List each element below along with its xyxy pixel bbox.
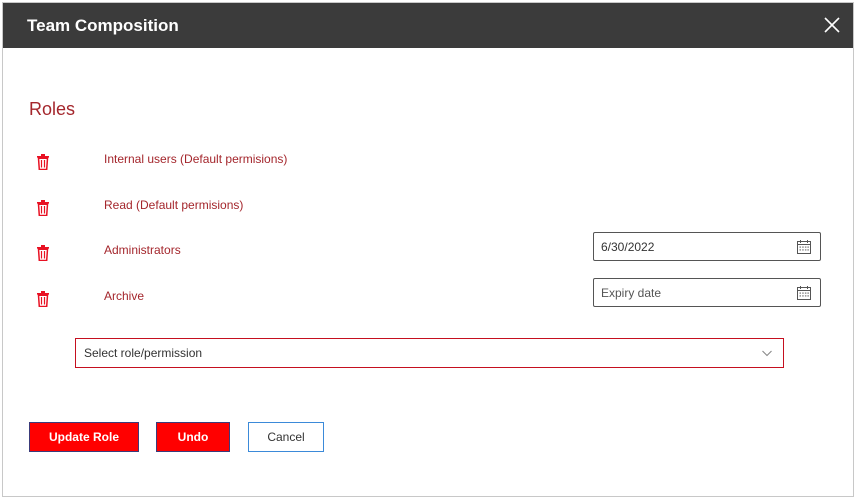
- role-label: Read (Default permisions): [104, 198, 244, 212]
- expiry-date-input[interactable]: 6/30/2022: [593, 232, 821, 261]
- team-composition-dialog: Team Composition Roles Internal users (D…: [2, 2, 854, 497]
- trash-icon[interactable]: [36, 291, 50, 307]
- trash-icon[interactable]: [36, 154, 50, 170]
- role-row: Internal users (Default permisions): [3, 152, 853, 180]
- trash-icon[interactable]: [36, 200, 50, 216]
- dialog-header: Team Composition: [3, 3, 853, 48]
- close-icon[interactable]: [821, 14, 843, 36]
- calendar-icon[interactable]: [797, 286, 811, 300]
- cancel-button[interactable]: Cancel: [248, 422, 324, 452]
- role-row: Read (Default permisions): [3, 198, 853, 226]
- roles-heading: Roles: [29, 99, 76, 119]
- role-permission-select[interactable]: Select role/permission: [75, 338, 784, 368]
- role-label: Administrators: [104, 243, 181, 257]
- undo-button[interactable]: Undo: [156, 422, 230, 452]
- role-label: Archive: [104, 289, 145, 303]
- update-role-button[interactable]: Update Role: [29, 422, 139, 452]
- role-row: Archive Expiry date: [3, 278, 853, 317]
- role-label: Internal users (Default permisions): [104, 152, 288, 166]
- chevron-down-icon: [762, 350, 772, 357]
- calendar-icon[interactable]: [797, 240, 811, 254]
- date-value: 6/30/2022: [601, 239, 655, 254]
- date-placeholder: Expiry date: [601, 285, 662, 300]
- trash-icon[interactable]: [36, 245, 50, 261]
- role-row: Administrators 6/30/2022: [3, 232, 853, 271]
- select-placeholder: Select role/permission: [84, 346, 203, 360]
- dialog-title: Team Composition: [27, 15, 179, 35]
- expiry-date-input[interactable]: Expiry date: [593, 278, 821, 307]
